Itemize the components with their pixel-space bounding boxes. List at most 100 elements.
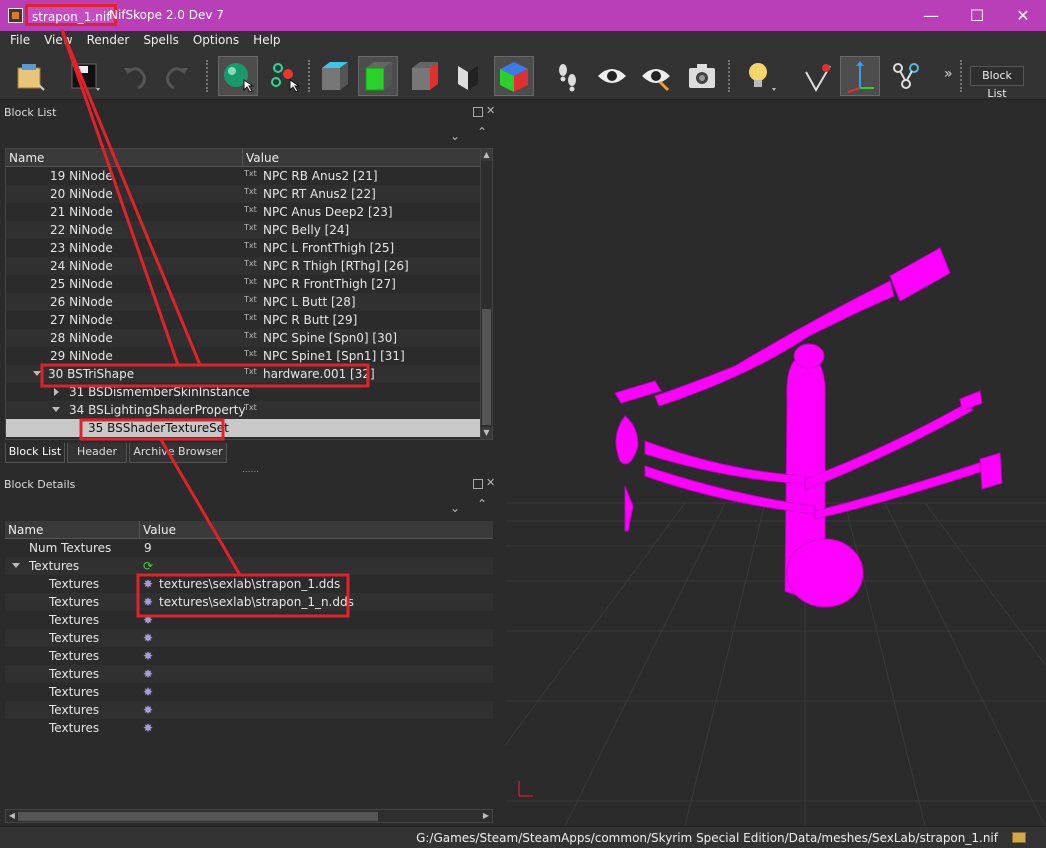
txt-icon: Txt [244,367,257,376]
screenshot-button[interactable] [682,56,722,96]
detail-row[interactable]: Textures ⟳ [5,557,493,575]
detail-row[interactable]: Num Textures 9 [5,539,493,557]
block-row[interactable]: 19 NiNode Txt NPC RB Anus2 [21] [6,167,492,185]
save-button[interactable] [64,56,104,96]
menu-spells[interactable]: Spells [136,31,186,47]
redo-button[interactable] [158,56,198,96]
menu-file[interactable]: File [0,31,37,47]
scroll-up-icon[interactable]: ▲ [481,149,492,161]
splitter-handle[interactable]: ...... [242,465,259,475]
menu-render[interactable]: Render [80,31,137,47]
close-button[interactable]: ✕ [1000,0,1046,31]
detail-row[interactable]: Textures ✸ [5,665,493,683]
collapsed-arrow-icon[interactable] [54,388,59,396]
expanded-arrow-icon[interactable] [12,563,20,568]
block-row[interactable]: 34 BSLightingShaderProperty Txt [6,401,492,419]
detail-row[interactable]: Textures ✸ [5,611,493,629]
view-walk-button[interactable] [448,56,488,96]
dock-float-icon[interactable] [473,479,483,489]
collapse-all-icon[interactable]: ⌄ [450,129,460,143]
block-row-selected[interactable]: 35 BSShaderTextureSet [6,419,492,437]
view-side-button[interactable] [404,56,444,96]
select-vertex-button[interactable] [264,56,304,96]
load-button[interactable] [10,56,50,96]
toolbar-separator [728,60,732,92]
view-side-icon [412,62,438,90]
dock-close-icon[interactable]: ✕ [486,104,495,117]
detail-row[interactable]: Textures ✸ [5,629,493,647]
detail-row[interactable]: Textures ✸ [5,719,493,737]
block-list-toggle-button[interactable]: Block List [970,66,1024,100]
block-row[interactable]: 21 NiNode Txt NPC Anus Deep2 [23] [6,203,492,221]
menu-options[interactable]: Options [186,31,246,47]
block-list-title: Block List [4,106,57,119]
load-icon [17,64,45,91]
toolbar-overflow[interactable]: » [944,66,953,82]
col-name-header[interactable]: Name [9,151,44,165]
col-name-header[interactable]: Name [8,523,43,537]
redo-icon [166,67,188,90]
block-row[interactable]: 22 NiNode Txt NPC Belly [24] [6,221,492,239]
col-value-header[interactable]: Value [246,151,279,165]
block-list-scrollbar[interactable]: ▲ ▼ [480,149,492,439]
lighting-button[interactable] [738,56,778,96]
axis-gizmo [518,781,533,797]
minimize-button[interactable]: — [908,0,954,31]
block-row[interactable]: 31 BSDismemberSkinInstance [6,383,492,401]
detail-row[interactable]: Textures ✸ textures\sexlab\strapon_1.dds [5,575,493,593]
menu-help[interactable]: Help [246,31,287,47]
expanded-arrow-icon[interactable] [52,407,60,412]
vertex-button[interactable] [798,56,838,96]
menu-view[interactable]: View [37,31,79,47]
light-bulb-icon [749,63,776,91]
footprints-button[interactable] [548,56,588,96]
detail-row[interactable]: Textures ✸ textures\sexlab\strapon_1_n.dds [5,593,493,611]
block-row[interactable]: 24 NiNode Txt NPC R Thigh [RThg] [26] [6,257,492,275]
scroll-left-icon[interactable]: ◀ [6,810,18,822]
select-object-button[interactable] [218,56,258,96]
scroll-right-icon[interactable]: ▶ [480,810,492,822]
scroll-thumb[interactable] [482,309,491,425]
expanded-arrow-icon[interactable] [33,371,41,376]
select-object-icon [224,63,255,93]
scroll-down-icon[interactable]: ▼ [481,427,492,439]
scroll-thumb[interactable] [18,812,378,821]
dock-close-icon[interactable]: ✕ [486,476,495,489]
expand-all-icon[interactable]: ⌃ [477,497,487,511]
col-value-header[interactable]: Value [143,523,176,537]
view-user-button[interactable] [494,56,534,96]
maximize-button[interactable]: ☐ [954,0,1000,31]
detail-row[interactable]: Textures ✸ [5,683,493,701]
refresh-icon: ⟳ [143,559,154,573]
block-row[interactable]: 27 NiNode Txt NPC R Butt [29] [6,311,492,329]
txt-icon: Txt [244,259,257,268]
eye-hide-button[interactable] [636,56,676,96]
render-viewport[interactable] [505,101,1046,826]
block-list-tree[interactable]: Name Value 19 NiNode Txt NPC RB Anus2 [21]… [5,148,493,440]
detail-row[interactable]: Textures ✸ [5,701,493,719]
undo-button[interactable] [114,56,154,96]
block-row-bstrishape[interactable]: 30 BSTriShape Txt hardware.001 [32] [6,365,492,383]
block-details-hscrollbar[interactable]: ◀ ▶ [5,809,493,823]
txt-icon: Txt [244,313,257,322]
eye-button[interactable] [592,56,632,96]
view-top-button[interactable] [314,56,354,96]
block-row[interactable]: 29 NiNode Txt NPC Spine1 [Spn1] [31] [6,347,492,365]
expand-all-icon[interactable]: ⌃ [477,125,487,139]
collapse-all-icon[interactable]: ⌄ [450,501,460,515]
tab-block-list[interactable]: Block List [5,443,65,463]
axes-button[interactable] [840,56,880,96]
tab-header[interactable]: Header [67,443,127,463]
block-details-title: Block Details [4,478,76,491]
nodes-button[interactable] [886,56,926,96]
block-row[interactable]: 25 NiNode Txt NPC R FrontThigh [27] [6,275,492,293]
dock-float-icon[interactable] [473,107,483,117]
block-row[interactable]: 28 NiNode Txt NPC Spine [Spn0] [30] [6,329,492,347]
block-row[interactable]: 23 NiNode Txt NPC L FrontThigh [25] [6,239,492,257]
tab-archive-browser[interactable]: Archive Browser [129,443,227,463]
block-details-tree[interactable]: Name Value Num Textures 9 Textures ⟳ Textu… [5,521,493,735]
view-front-button[interactable] [358,56,398,96]
block-row[interactable]: 20 NiNode Txt NPC RT Anus2 [22] [6,185,492,203]
detail-row[interactable]: Textures ✸ [5,647,493,665]
block-row[interactable]: 26 NiNode Txt NPC L Butt [28] [6,293,492,311]
